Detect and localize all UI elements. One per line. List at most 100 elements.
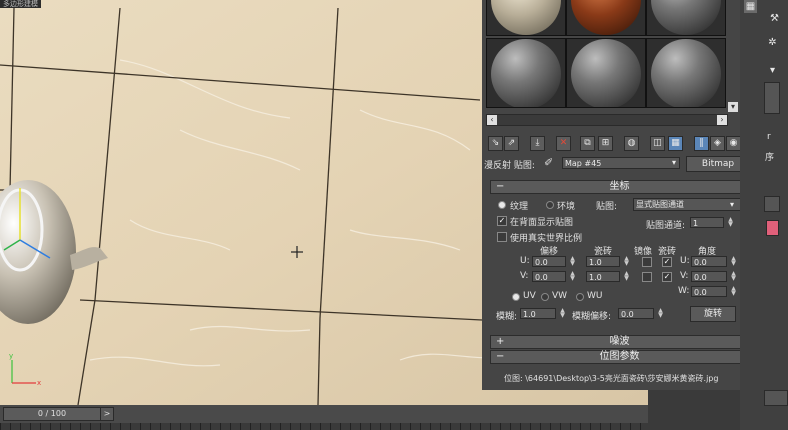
w-angle-spinner[interactable]: ▲ ▼ [730, 286, 737, 297]
material-slot-3[interactable] [646, 0, 726, 36]
command-panel-field-3[interactable] [764, 390, 788, 406]
show-map-back-label: 在背面显示贴图 [510, 218, 574, 228]
reset-map-icon[interactable]: ✕ [556, 136, 571, 151]
command-panel-text-2: 序 [765, 153, 775, 163]
u-angle-label: U: [680, 256, 690, 266]
w-angle-field[interactable]: 0.0 [691, 286, 727, 297]
uv-radio[interactable] [512, 293, 520, 301]
scroll-left-icon[interactable]: ‹ [487, 115, 497, 125]
v-label: V: [520, 271, 529, 281]
make-unique-icon[interactable]: ⧉ [580, 136, 595, 151]
hammer-icon[interactable]: ⚒ [768, 12, 781, 25]
blur-offset-field[interactable]: 0.0 [618, 308, 654, 319]
u-label: U: [520, 256, 530, 266]
mapping-select[interactable]: 显式贴图通道 [633, 198, 741, 211]
map-name-field[interactable]: Map #45 [562, 157, 680, 169]
plugin-icon[interactable]: ✲ [766, 36, 779, 49]
command-panel-text-1: r [767, 132, 771, 142]
select-by-material-icon[interactable]: ◉ [726, 136, 741, 151]
material-id-icon[interactable]: ◍ [624, 136, 639, 151]
go-forward-sibling-icon[interactable]: ◈ [710, 136, 725, 151]
v-offset-spinner[interactable]: ▲ ▼ [569, 271, 576, 282]
command-panel-field-2[interactable] [764, 196, 780, 212]
u-mirror-checkbox[interactable] [642, 257, 652, 267]
rotate-button[interactable]: 旋转 [690, 306, 736, 322]
environ-radio[interactable] [546, 201, 554, 209]
map-channel-spinner[interactable]: ▲ ▼ [727, 217, 734, 228]
bitmap-params-rollout-header[interactable]: − 位图参数 [490, 350, 749, 364]
blur-offset-spinner[interactable]: ▲ ▼ [657, 308, 664, 319]
v-tiling-spinner[interactable]: ▲ ▼ [623, 271, 630, 282]
map-channel-field[interactable]: 1 [690, 217, 724, 228]
blur-spinner[interactable]: ▲ ▼ [559, 308, 566, 319]
blur-field[interactable]: 1.0 [520, 308, 556, 319]
eyedropper-icon[interactable]: ✐ [544, 156, 553, 169]
show-shaded-map-icon[interactable]: ◫ [650, 136, 665, 151]
u-angle-field[interactable]: 0.0 [691, 256, 727, 267]
v-mirror-checkbox[interactable] [642, 272, 652, 282]
mirror-header: 镜像 [634, 247, 653, 257]
u-offset-field[interactable]: 0.0 [532, 256, 566, 267]
blur-label: 模糊: [496, 312, 518, 322]
object-color-swatch[interactable] [766, 220, 779, 236]
show-map-back-checkbox[interactable]: ✓ [497, 216, 507, 226]
v-angle-spinner[interactable]: ▲ ▼ [730, 271, 737, 282]
vw-radio[interactable] [541, 293, 549, 301]
go-to-parent-icon[interactable]: ‖ [694, 136, 709, 151]
u-tiling-spinner[interactable]: ▲ ▼ [623, 256, 630, 267]
u-tiling-field[interactable]: 1.0 [586, 256, 620, 267]
v-angle-field[interactable]: 0.0 [691, 271, 727, 282]
bitmap-path-label: 位图: \64691\Desktop\3-5亮光面瓷砖\莎安娜米黄瓷砖.jpg [504, 373, 718, 384]
viewport-label[interactable]: 多边形建模 [0, 0, 41, 8]
track-ruler[interactable] [0, 423, 648, 430]
wu-radio[interactable] [576, 293, 584, 301]
u-offset-spinner[interactable]: ▲ ▼ [569, 256, 576, 267]
material-slot-4[interactable] [486, 38, 566, 108]
next-frame-button[interactable]: > [100, 407, 114, 421]
slots-scrollbar[interactable]: ‹ › [486, 114, 728, 126]
v-angle-label: V: [680, 271, 689, 281]
put-to-scene-icon[interactable]: ⇗ [504, 136, 519, 151]
checker-icon[interactable]: ▦ [744, 0, 757, 13]
svg-text:y: y [9, 352, 13, 360]
uv-label: UV [523, 291, 536, 301]
command-panel-field-1[interactable] [764, 82, 780, 114]
blur-offset-label: 模糊偏移: [572, 312, 612, 322]
bitmap-path: 位图: \64691\Desktop\3-5亮光面瓷砖\莎安娜米黄瓷砖.jpg [504, 374, 719, 383]
show-end-result-icon[interactable]: ▦ [668, 136, 683, 151]
mapping-dropdown-icon[interactable]: ▾ [730, 198, 740, 211]
time-slider[interactable]: 0 / 100 [3, 407, 101, 421]
u-angle-spinner[interactable]: ▲ ▼ [730, 256, 737, 267]
noise-rollout-header[interactable]: + 噪波 [490, 335, 749, 349]
coordinates-rollout-title: 坐标 [609, 181, 630, 192]
svg-text:x: x [37, 379, 41, 387]
material-slot-6[interactable] [646, 38, 726, 108]
scroll-down-icon[interactable]: ▾ [728, 102, 738, 112]
real-world-scale-label: 使用真实世界比例 [510, 234, 583, 244]
assign-to-selection-icon[interactable]: ⤓ [530, 136, 545, 151]
v-offset-field[interactable]: 0.0 [532, 271, 566, 282]
material-slot-1[interactable] [486, 0, 566, 36]
put-to-library-icon[interactable]: ⊞ [598, 136, 613, 151]
real-world-scale-checkbox[interactable] [497, 232, 507, 242]
map-channel-label: 贴图通道: [646, 221, 686, 231]
material-editor-panel: ▦ ■ ▤ ◆ ✎ ✱ ▾ ‹ › ⇘ ⇗ ⤓ ✕ ⧉ ⊞ ◍ ◫ ▦ ‖ ◈ … [482, 0, 764, 390]
timeline-bar: 0 / 100 > [0, 405, 648, 430]
v-tile-checkbox[interactable]: ✓ [662, 272, 672, 282]
wu-label: WU [587, 291, 603, 301]
display-icon[interactable]: ▾ [766, 64, 779, 77]
u-tile-checkbox[interactable]: ✓ [662, 257, 672, 267]
map-name-dropdown-icon[interactable]: ▾ [668, 157, 680, 169]
scroll-right-icon[interactable]: › [717, 115, 727, 125]
material-slot-5[interactable] [566, 38, 646, 108]
coordinates-rollout-header[interactable]: − 坐标 [490, 180, 749, 194]
bitmap-params-rollout-title: 位图参数 [599, 351, 640, 362]
texture-radio[interactable] [498, 201, 506, 209]
texture-label: 纹理 [510, 202, 529, 212]
command-panel: ▦ ⚒ ✲ ▾ r 序 [740, 0, 788, 430]
v-tiling-field[interactable]: 1.0 [586, 271, 620, 282]
get-material-icon[interactable]: ⇘ [488, 136, 503, 151]
environ-label: 环境 [557, 202, 576, 212]
tile-header: 瓷砖 [658, 247, 677, 257]
material-slot-2[interactable] [566, 0, 646, 36]
